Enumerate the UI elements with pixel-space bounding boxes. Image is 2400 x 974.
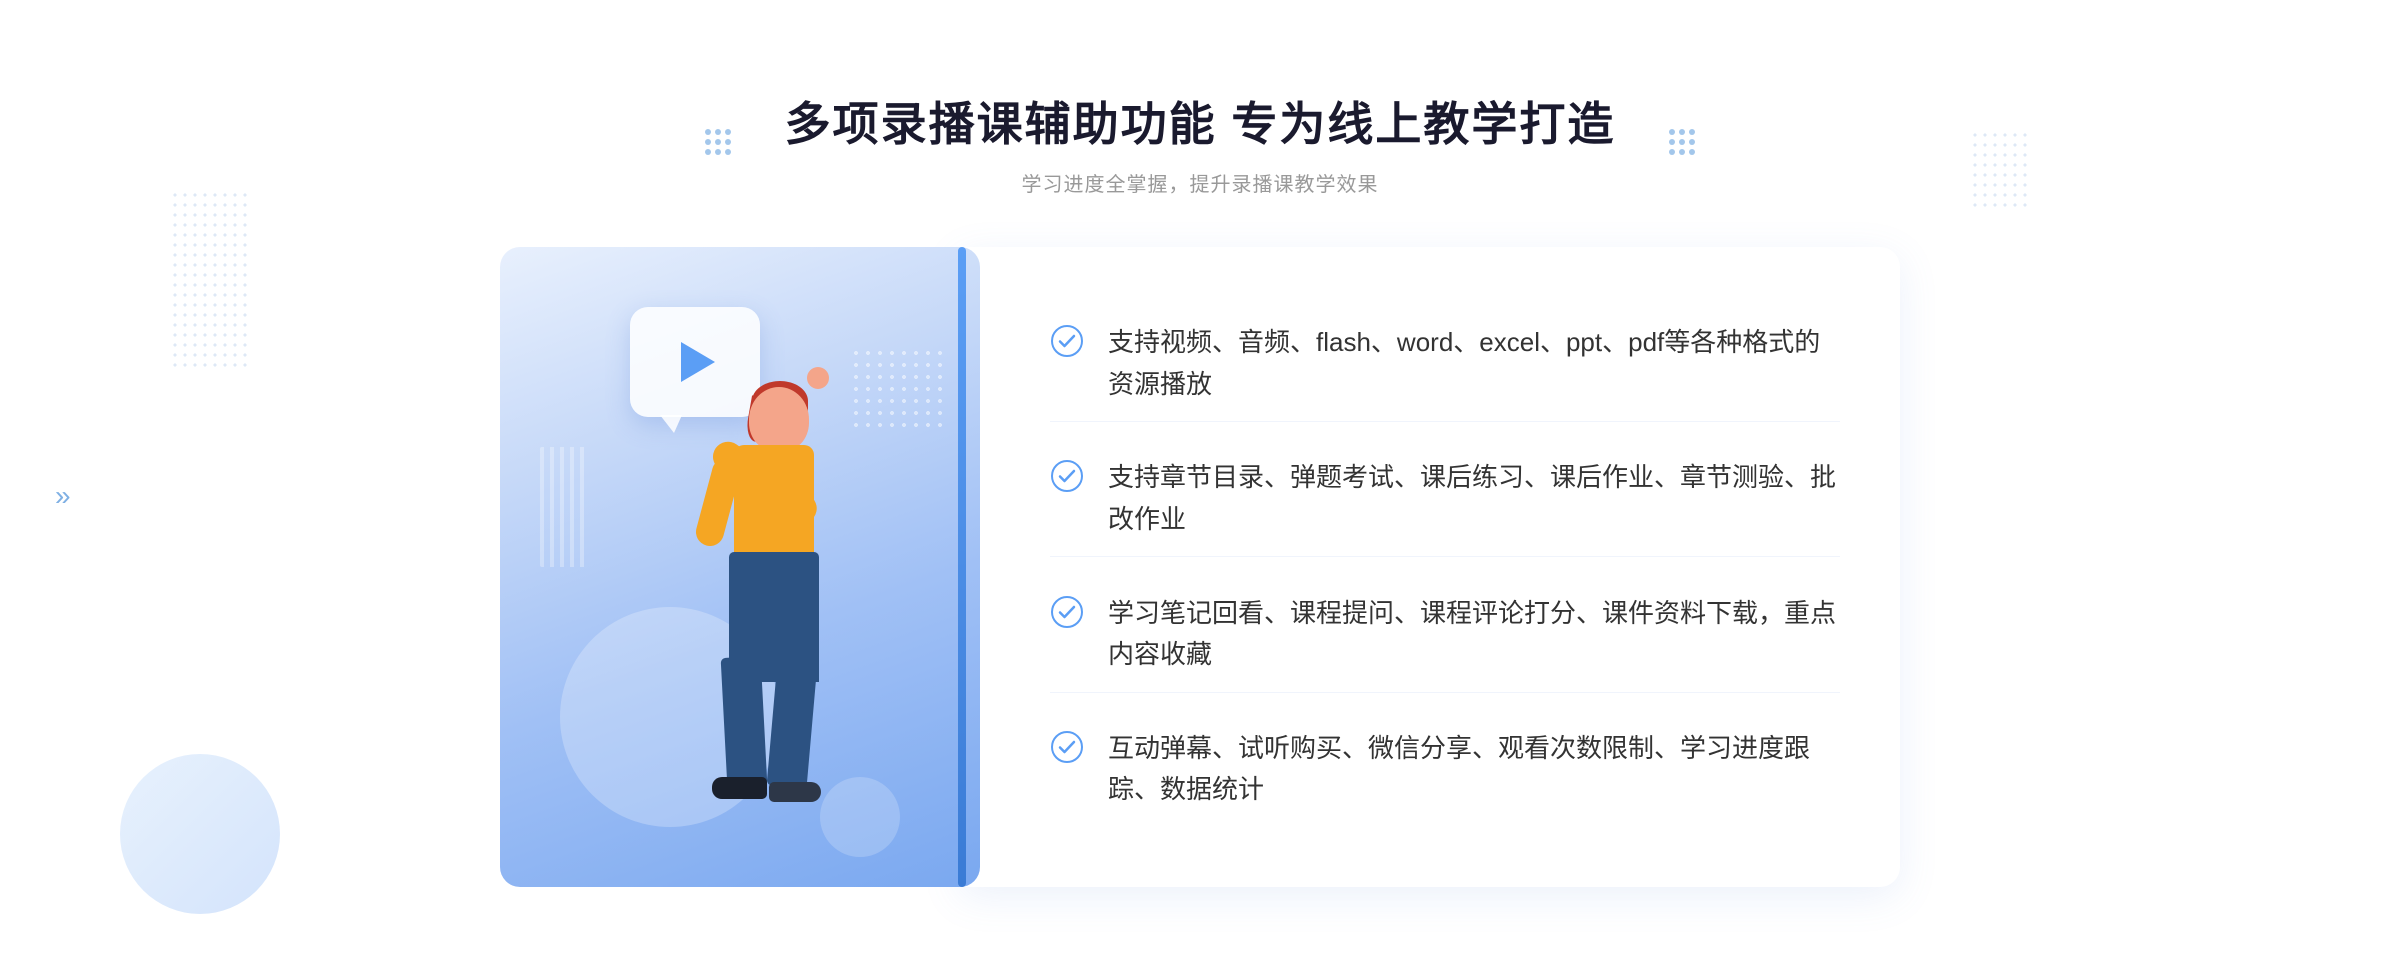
bg-circle-decoration — [120, 754, 280, 914]
person-leg-left — [721, 656, 768, 788]
feature-item-2: 支持章节目录、弹题考试、课后练习、课后作业、章节测验、批改作业 — [1050, 441, 1840, 557]
check-icon-3 — [1050, 595, 1084, 629]
main-content: 支持视频、音频、flash、word、excel、ppt、pdf等各种格式的资源… — [500, 247, 1900, 887]
page-subtitle: 学习进度全掌握，提升录播课教学效果 — [785, 168, 1616, 197]
header-dots-right — [1669, 129, 1695, 155]
person-shoe-right — [769, 782, 821, 802]
feature-item-4: 互动弹幕、试听购买、微信分享、观看次数限制、学习进度跟踪、数据统计 — [1050, 712, 1840, 827]
illustration-card — [500, 247, 980, 887]
blue-accent-bar — [958, 247, 966, 887]
page-wrapper: » 多项录播课辅助功能 专为线上教学打造 学习进度全掌握，提升录播课教学效果 — [0, 0, 2400, 974]
feature-text-4: 互动弹幕、试听购买、微信分享、观看次数限制、学习进度跟踪、数据统计 — [1108, 728, 1840, 811]
dots-decoration-left — [170, 190, 250, 370]
header-section: 多项录播课辅助功能 专为线上教学打造 学习进度全掌握，提升录播课教学效果 — [785, 88, 1616, 197]
check-icon-4 — [1050, 730, 1084, 764]
person-figure — [644, 367, 884, 887]
feature-item-3: 学习笔记回看、课程提问、课程评论打分、课件资料下载，重点内容收藏 — [1050, 577, 1840, 693]
illus-stripe — [540, 447, 590, 567]
header-dots-left — [705, 129, 731, 155]
person-body — [734, 445, 814, 565]
arrow-left-decoration: » — [55, 480, 71, 512]
feature-text-3: 学习笔记回看、课程提问、课程评论打分、课件资料下载，重点内容收藏 — [1108, 593, 1840, 676]
feature-text-1: 支持视频、音频、flash、word、excel、ppt、pdf等各种格式的资源… — [1108, 322, 1840, 405]
page-title: 多项录播课辅助功能 专为线上教学打造 — [785, 88, 1616, 154]
features-panel: 支持视频、音频、flash、word、excel、ppt、pdf等各种格式的资源… — [960, 247, 1900, 887]
feature-text-2: 支持章节目录、弹题考试、课后练习、课后作业、章节测验、批改作业 — [1108, 457, 1840, 540]
person-head — [749, 387, 809, 452]
dots-decoration-right — [1970, 130, 2030, 210]
person-shoe-left — [712, 777, 767, 799]
check-icon-1 — [1050, 324, 1084, 358]
feature-item-1: 支持视频、音频、flash、word、excel、ppt、pdf等各种格式的资源… — [1050, 306, 1840, 422]
check-icon-2 — [1050, 459, 1084, 493]
person-hand-right — [807, 367, 829, 389]
